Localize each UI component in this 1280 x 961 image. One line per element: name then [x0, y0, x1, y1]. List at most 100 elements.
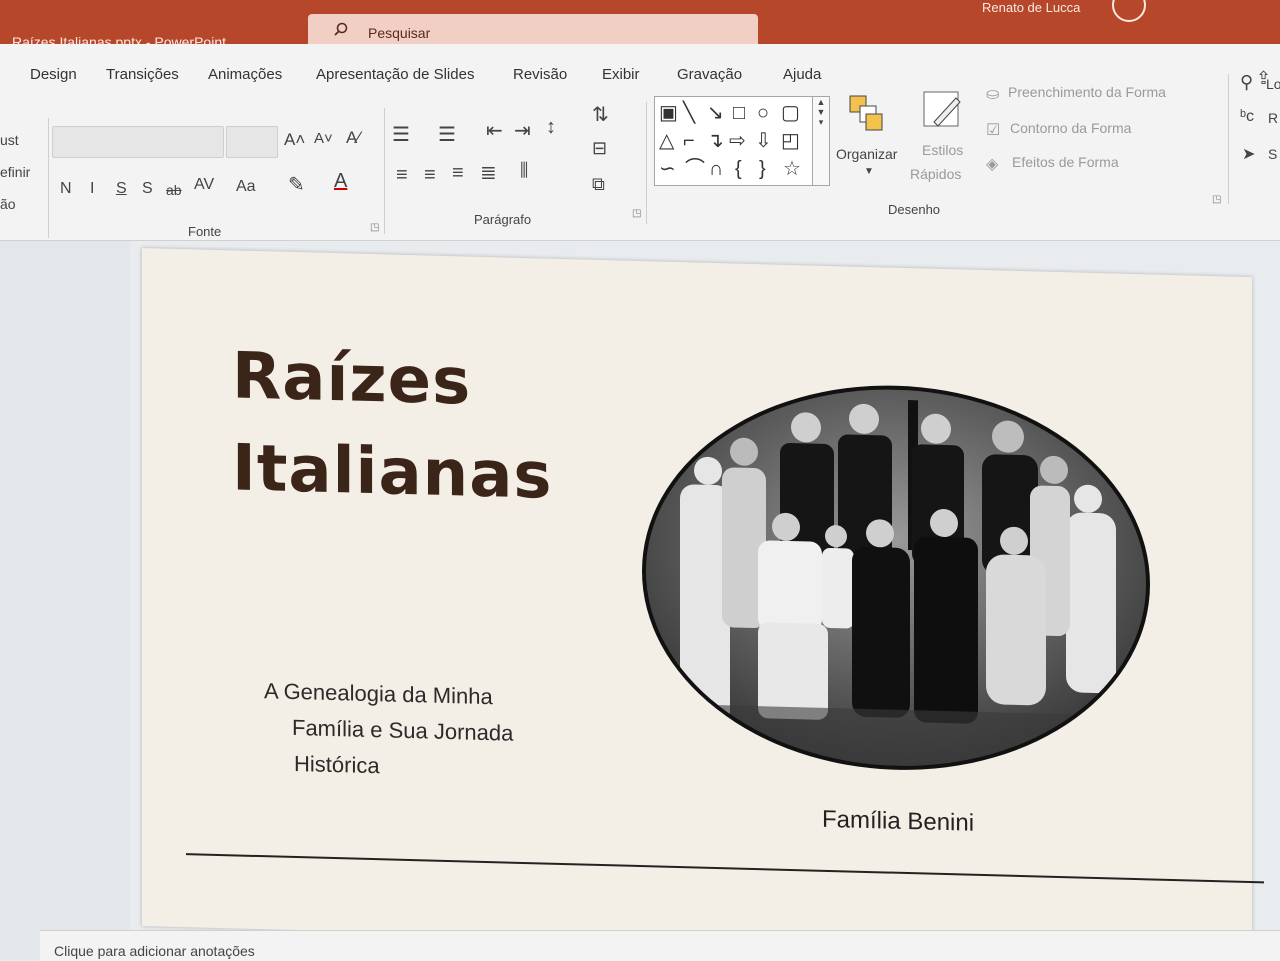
tab-review[interactable]: Revisão [513, 66, 567, 83]
paragraph-group-label: Parágrafo [474, 212, 532, 227]
grow-font-button[interactable]: A˄ [284, 130, 305, 150]
triangle-shape-icon[interactable]: △ [659, 131, 674, 151]
tab-view[interactable]: Exibir [602, 66, 640, 83]
replace-icon[interactable]: ᵇc [1240, 108, 1254, 126]
separator [646, 102, 647, 224]
change-case-button[interactable]: Aa [236, 178, 256, 196]
tab-design[interactable]: Design [30, 66, 77, 83]
numbering-icon[interactable]: ☰ [438, 122, 456, 147]
shape-fill-icon[interactable]: ⛀ [986, 84, 999, 104]
right-arrow-shape-icon[interactable]: ⇨ [729, 131, 746, 151]
line-shape-icon[interactable]: ╲ [683, 103, 695, 123]
italic-button[interactable]: I [90, 180, 94, 198]
bullets-icon[interactable]: ☰ [392, 122, 410, 147]
underline-button[interactable]: S [116, 180, 127, 198]
ribbon: Design Transições Animações Apresentação… [0, 44, 1280, 241]
title-line: Raízes [232, 339, 472, 420]
select-cursor-icon[interactable]: ➤ [1242, 144, 1255, 164]
separator [1228, 74, 1229, 204]
shapes-gallery-scroll[interactable]: ▲ ▼ ▾ [812, 96, 830, 186]
rectangle-shape-icon[interactable]: □ [733, 103, 745, 123]
tab-slideshow[interactable]: Apresentação de Slides [316, 66, 474, 83]
find-button[interactable]: Lo [1266, 76, 1280, 92]
character-spacing-button[interactable]: AV [194, 176, 214, 194]
quick-styles-label-1[interactable]: Estilos [922, 142, 963, 158]
freeform-shape-icon[interactable]: ∽ [659, 159, 676, 179]
font-dialog-launcher-icon[interactable]: ◳ [370, 222, 379, 233]
chevron-down-icon[interactable]: ▼ [864, 166, 874, 177]
flowchart-shape-icon[interactable]: ◰ [781, 131, 800, 151]
clear-formatting-button[interactable]: A⁄ [346, 128, 360, 148]
paragraph-dialog-launcher-icon[interactable]: ◳ [632, 208, 641, 219]
drawing-dialog-launcher-icon[interactable]: ◳ [1212, 194, 1221, 205]
smartart-icon[interactable]: ⧉ [592, 174, 605, 195]
increase-indent-icon[interactable]: ⇥ [514, 118, 531, 143]
textbox-shape-icon[interactable]: ▣ [659, 103, 678, 123]
justify-icon[interactable]: ≣ [480, 160, 497, 185]
slide-subtitle[interactable]: A Genealogia da Minha Família e Sua Jorn… [264, 673, 554, 789]
user-avatar-icon[interactable] [1112, 0, 1146, 22]
slide-canvas[interactable]: Raízes Italianas A Genealogia da Minha F… [142, 248, 1264, 956]
notes-pane[interactable]: Clique para adicionar anotações [40, 930, 1280, 961]
align-left-icon[interactable]: ≡ [396, 164, 408, 187]
line-spacing-icon[interactable]: ↕ [546, 116, 556, 139]
align-right-icon[interactable]: ≡ [452, 162, 464, 185]
tab-transitions[interactable]: Transições [106, 66, 179, 83]
elbow-connector-shape-icon[interactable]: ↴ [707, 131, 724, 151]
oval-shape-icon[interactable]: ○ [757, 103, 769, 123]
arrange-button[interactable]: Organizar [836, 146, 897, 162]
font-group-label: Fonte [188, 224, 222, 239]
text-direction-icon[interactable]: ⇅ [592, 102, 609, 127]
select-button[interactable]: S [1268, 146, 1277, 162]
align-center-icon[interactable]: ≡ [424, 164, 436, 187]
slide-thumbnails-pane[interactable] [0, 241, 130, 960]
shapes-gallery[interactable]: ▣ ╲ ↘ □ ○ ▢ △ ⌐ ↴ ⇨ ⇩ ◰ ∽ ⌒ ∩ { } ☆ [654, 96, 818, 186]
align-text-icon[interactable]: ⊟ [592, 138, 607, 159]
section-dropdown[interactable]: ão [0, 196, 16, 212]
bold-button[interactable]: N [60, 180, 72, 198]
quick-styles-label-2[interactable]: Rápidos [910, 166, 961, 182]
tab-help[interactable]: Ajuda [783, 66, 821, 83]
down-arrow-shape-icon[interactable]: ⇩ [755, 131, 772, 151]
arrow-line-shape-icon[interactable]: ↘ [707, 103, 724, 123]
quick-styles-icon[interactable] [920, 88, 966, 134]
separator [384, 108, 385, 234]
strikethrough-button[interactable]: ab [166, 182, 182, 198]
connector-shape-icon[interactable]: ⌐ [683, 131, 695, 151]
tab-recording[interactable]: Gravação [677, 66, 742, 83]
font-size-select[interactable] [226, 126, 278, 158]
family-photo[interactable] [642, 379, 1150, 777]
shape-effects-icon[interactable]: ◈ [986, 154, 998, 174]
left-brace-shape-icon[interactable]: { [735, 159, 742, 179]
search-icon [334, 22, 348, 36]
shape-outline-icon[interactable]: ☑ [986, 120, 1000, 140]
font-color-icon[interactable]: A [334, 170, 347, 193]
replace-button[interactable]: R [1268, 110, 1278, 126]
footer-rule [186, 853, 1264, 884]
shadow-button[interactable]: S [142, 180, 153, 198]
tab-animations[interactable]: Animações [208, 66, 282, 83]
find-icon[interactable]: ⚲ [1240, 72, 1253, 93]
drawing-group-label: Desenho [888, 202, 941, 217]
shape-effects-button[interactable]: Efeitos de Forma [1012, 154, 1119, 170]
user-name[interactable]: Renato de Lucca [982, 0, 1080, 15]
photo-caption[interactable]: Família Benini [822, 806, 974, 838]
decrease-indent-icon[interactable]: ⇤ [486, 118, 503, 143]
shrink-font-button[interactable]: A˅ [314, 130, 333, 147]
search-placeholder: Pesquisar [368, 25, 431, 41]
columns-icon[interactable]: ⫼ [520, 160, 528, 181]
layout-dropdown[interactable]: ust [0, 132, 19, 148]
shape-outline-button[interactable]: Contorno da Forma [1010, 120, 1131, 136]
star-shape-icon[interactable]: ☆ [783, 159, 801, 179]
shape-fill-button[interactable]: Preenchimento da Forma [1008, 84, 1166, 100]
font-name-select[interactable] [52, 126, 224, 158]
curve-shape-icon[interactable]: ∩ [709, 159, 723, 179]
highlight-icon[interactable]: ✎ [288, 172, 305, 197]
slide-title[interactable]: Raízes Italianas [232, 330, 592, 523]
right-brace-shape-icon[interactable]: } [759, 159, 766, 179]
family-photo-image [646, 383, 1146, 773]
rounded-rectangle-shape-icon[interactable]: ▢ [781, 103, 800, 123]
arc-shape-icon[interactable]: ⌒ [685, 159, 705, 179]
arrange-icon[interactable] [846, 92, 888, 134]
reset-button[interactable]: efinir [0, 164, 30, 180]
